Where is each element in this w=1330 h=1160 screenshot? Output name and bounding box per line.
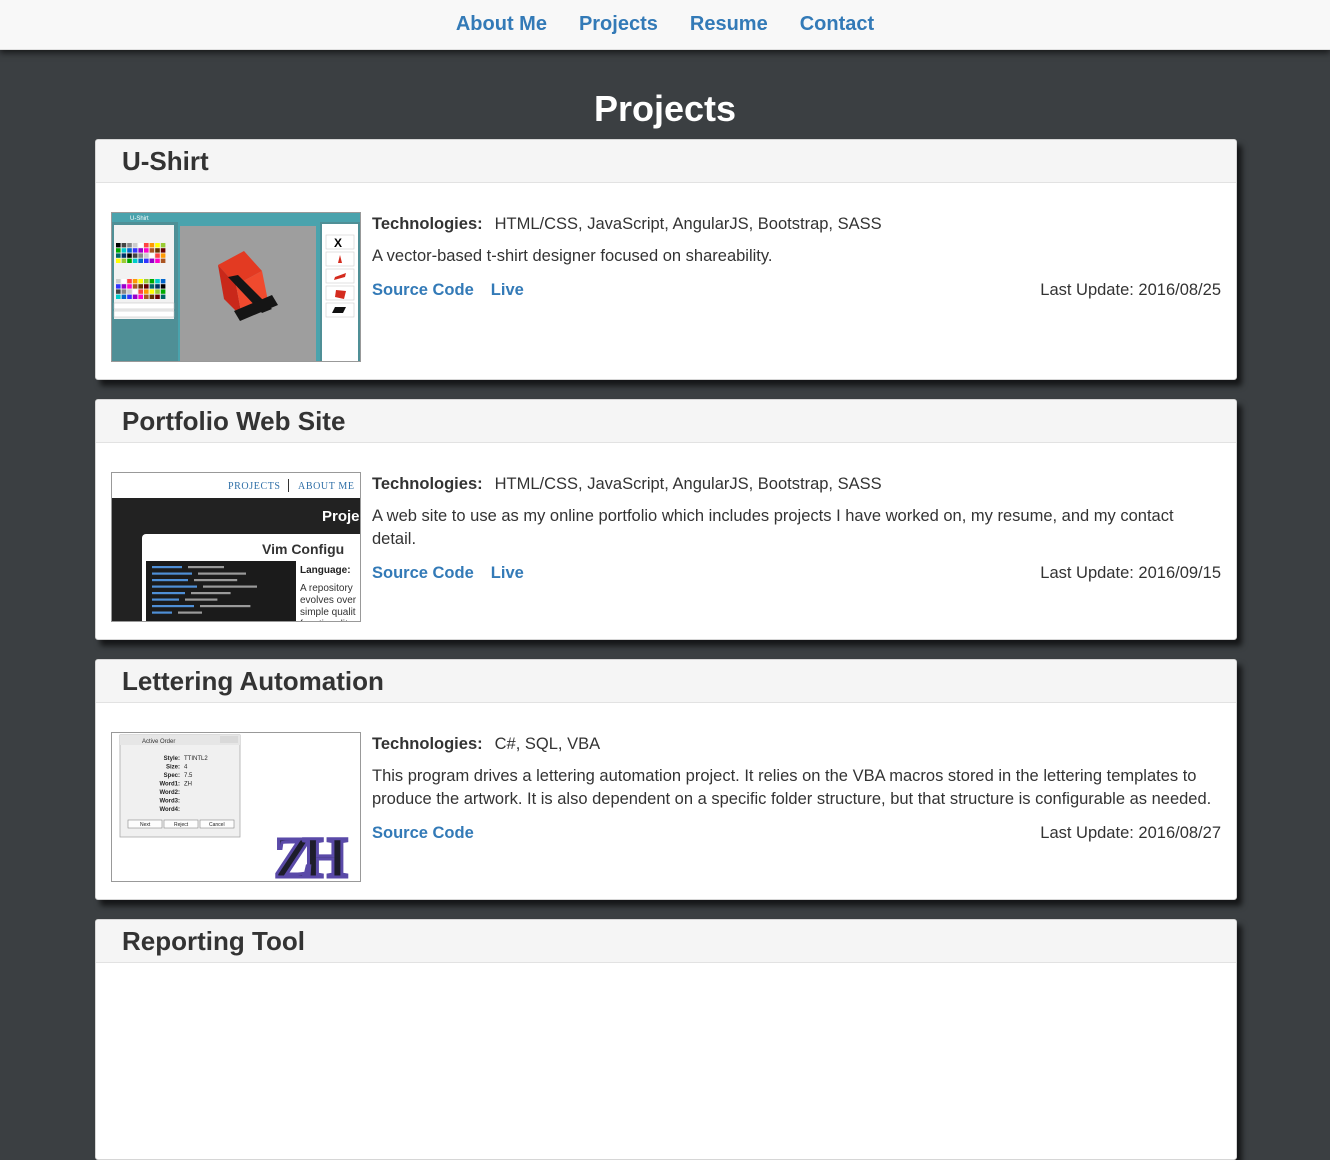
project-title: Portfolio Web Site — [122, 405, 346, 436]
technologies-value: HTML/CSS, JavaScript, AngularJS, Bootstr… — [494, 215, 882, 233]
thumb-field-value: 7.5 — [184, 773, 193, 779]
project-description: A vector-based t-shirt designer focused … — [372, 247, 773, 265]
project-card-ushirt: U-Shirt U-Shirt X Technologies: HTML/CSS… — [95, 139, 1237, 380]
project-card-portfolio: Portfolio Web Site PROJECTS ABOUT ME Pro… — [95, 399, 1237, 640]
thumb-app-title: U-Shirt — [130, 216, 149, 222]
thumb-field-value: ZH — [184, 782, 192, 788]
source-code-link[interactable]: Source Code — [372, 281, 474, 299]
thumb-language-label: Language: — [300, 565, 351, 576]
last-update: Last Update: 2016/09/15 — [1040, 564, 1221, 582]
live-link[interactable]: Live — [491, 564, 524, 582]
project-screenshot-lettering: Active Order Style: TTINTL2 Size: 4 Spec: 7.5… — [111, 732, 361, 882]
thumb-blurb-2: evolves over — [300, 595, 357, 606]
thumb-btn-reject: Reject — [174, 822, 189, 828]
thumb-btn-next: Next — [140, 822, 151, 828]
project-card-body: U-Shirt X Technologies: HTML/CSS, JavaSc… — [96, 183, 1236, 379]
thumb-field-label: Word1: — [159, 782, 180, 788]
project-card-reporting: Reporting Tool — [95, 919, 1237, 1160]
project-card-body: Active Order Style: TTINTL2 Size: 4 Spec: 7.5… — [96, 703, 1236, 899]
thumb-field-label: Style: — [164, 756, 180, 762]
thumb-field-label: Spec: — [164, 773, 180, 779]
thumb-nav-projects: PROJECTS — [228, 481, 281, 492]
page-title: Projects — [593, 88, 737, 129]
last-update: Last Update: 2016/08/27 — [1040, 824, 1221, 842]
project-screenshot-portfolio: PROJECTS ABOUT ME Proje Vim Configu Lang… — [111, 472, 361, 622]
technologies-value: HTML/CSS, JavaScript, AngularJS, Bootstr… — [494, 475, 882, 493]
svg-text:X: X — [334, 236, 342, 250]
technologies-value: C#, SQL, VBA — [494, 735, 601, 753]
thumb-card-title: Vim Configu — [262, 541, 344, 557]
nav-projects[interactable]: Projects — [579, 0, 658, 49]
project-description: This program drives a lettering automati… — [372, 767, 1212, 808]
thumb-field-label: Word3: — [159, 799, 180, 805]
thumb-field-label: Word2: — [159, 790, 180, 796]
thumb-field-label: Size: — [166, 765, 180, 771]
technologies-label: Technologies: — [372, 735, 483, 753]
thumb-nav-about: ABOUT ME — [298, 481, 355, 492]
project-card-header: U-Shirt — [96, 140, 1236, 183]
project-card-body: PROJECTS ABOUT ME Proje Vim Configu Lang… — [96, 443, 1236, 639]
thumb-window-title: Active Order — [142, 739, 175, 745]
project-title: Lettering Automation — [122, 665, 384, 696]
top-nav: About Me Projects Resume Contact — [0, 0, 1330, 50]
nav-about-me[interactable]: About Me — [456, 0, 547, 49]
thumb-blurb-4: functionality — [300, 619, 353, 621]
thumb-field-label: Word4: — [159, 807, 180, 813]
nav-contact[interactable]: Contact — [800, 0, 874, 49]
project-card-lettering: Lettering Automation Active Order Style:… — [95, 659, 1237, 900]
thumb-heading: Proje — [322, 508, 360, 525]
project-description: A web site to use as my online portfolio… — [372, 507, 1174, 548]
thumb-blurb-3: simple qualit — [300, 607, 356, 618]
source-code-link[interactable]: Source Code — [372, 824, 474, 842]
nav-resume[interactable]: Resume — [690, 0, 768, 49]
project-card-header: Lettering Automation — [96, 660, 1236, 703]
project-title: U-Shirt — [122, 145, 209, 176]
project-info: Technologies: HTML/CSS, JavaScript, Angul… — [372, 212, 1221, 302]
technologies-label: Technologies: — [372, 475, 483, 493]
live-link[interactable]: Live — [491, 281, 524, 299]
source-code-link[interactable]: Source Code — [372, 564, 474, 582]
project-title: Reporting Tool — [122, 925, 305, 956]
thumb-field-value: TTINTL2 — [184, 756, 208, 762]
project-card-body — [96, 963, 1236, 1159]
project-info: Technologies: C#, SQL, VBA This program d… — [372, 732, 1221, 845]
project-info: Technologies: HTML/CSS, JavaScript, Angul… — [372, 472, 1221, 585]
thumb-logo-text: ZH — [274, 825, 348, 881]
technologies-label: Technologies: — [372, 215, 483, 233]
thumb-blurb-1: A repository — [300, 583, 353, 594]
thumb-btn-cancel: Cancel — [209, 822, 225, 828]
project-card-header: Reporting Tool — [96, 920, 1236, 963]
project-screenshot-ushirt: U-Shirt X — [111, 212, 361, 362]
last-update: Last Update: 2016/08/25 — [1040, 281, 1221, 299]
project-card-header: Portfolio Web Site — [96, 400, 1236, 443]
